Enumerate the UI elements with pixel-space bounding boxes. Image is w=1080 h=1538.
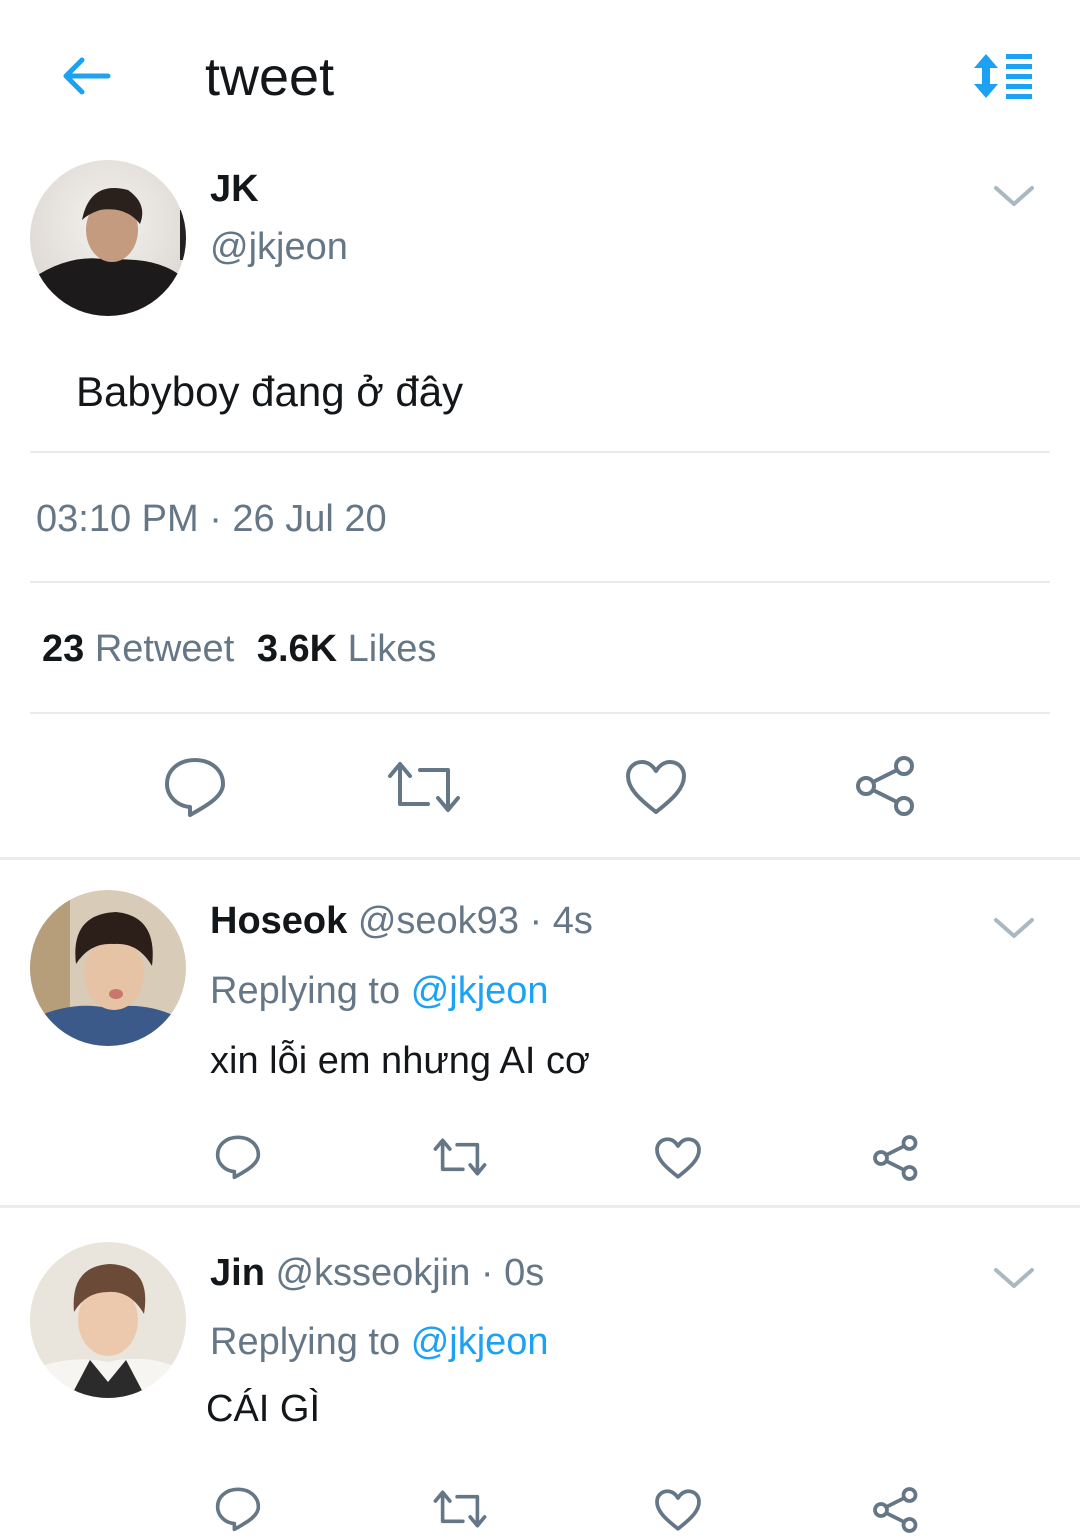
share-icon[interactable]: [872, 1486, 920, 1534]
avatar[interactable]: [30, 890, 186, 1046]
tweet-timestamp: 03:10 PM · 26 Jul 20: [36, 498, 387, 540]
reply-author-handle[interactable]: @ksseokjin: [275, 1252, 470, 1294]
author-handle[interactable]: @jkjeon: [210, 226, 348, 269]
chevron-down-icon[interactable]: [992, 914, 1036, 942]
back-arrow-icon[interactable]: [58, 52, 114, 100]
retweet-label[interactable]: Retweet: [95, 628, 234, 670]
reply-author-name[interactable]: Hoseok: [210, 900, 347, 942]
section-divider: [0, 1205, 1080, 1208]
replying-to: Replying to @jkjeon: [210, 1321, 549, 1364]
avatar[interactable]: [30, 1242, 186, 1398]
reply-time: · 0s: [480, 1252, 545, 1294]
chevron-down-icon[interactable]: [992, 182, 1036, 210]
like-heart-icon[interactable]: [654, 1136, 702, 1180]
share-icon[interactable]: [854, 754, 918, 818]
chevron-down-icon[interactable]: [992, 1264, 1036, 1292]
reply-text: xin lỗi em nhưng AI cơ: [210, 1040, 590, 1082]
likes-label[interactable]: Likes: [348, 628, 437, 670]
reply-author-handle[interactable]: @seok93: [358, 900, 519, 942]
replying-to-link[interactable]: @jkjeon: [411, 1321, 549, 1363]
replying-label: Replying to: [210, 970, 401, 1012]
page-title: tweet: [205, 47, 335, 107]
replying-label: Replying to: [210, 1321, 401, 1363]
reply-time: · 4s: [529, 900, 593, 942]
divider: [30, 712, 1050, 714]
like-heart-icon[interactable]: [624, 758, 688, 816]
reply-author-name[interactable]: Jin: [210, 1252, 265, 1294]
reply-icon[interactable]: [214, 1134, 262, 1180]
section-divider: [0, 857, 1080, 860]
replying-to-link[interactable]: @jkjeon: [411, 970, 549, 1012]
sort-list-icon[interactable]: [970, 52, 1034, 100]
reply-header: Hoseok @seok93 · 4s: [210, 900, 593, 943]
replying-to: Replying to @jkjeon: [210, 970, 549, 1013]
tweet-stats: 23 Retweet 3.6K Likes: [42, 628, 436, 671]
avatar[interactable]: [30, 160, 186, 316]
tweet-text: Babyboy đang ở đây: [76, 368, 464, 415]
retweet-icon[interactable]: [432, 1488, 488, 1530]
reply-header: Jin @ksseokjin · 0s: [210, 1252, 544, 1295]
reply-text: CÁI GÌ: [206, 1388, 321, 1430]
retweet-icon[interactable]: [386, 758, 462, 816]
reply-icon[interactable]: [162, 756, 228, 818]
like-heart-icon[interactable]: [654, 1488, 702, 1532]
divider: [30, 451, 1050, 453]
likes-count[interactable]: 3.6K: [257, 628, 337, 670]
retweet-icon[interactable]: [432, 1136, 488, 1178]
author-name: JK: [210, 168, 259, 210]
share-icon[interactable]: [872, 1134, 920, 1182]
divider: [30, 581, 1050, 583]
reply-icon[interactable]: [214, 1486, 262, 1532]
retweet-count[interactable]: 23: [42, 628, 84, 670]
